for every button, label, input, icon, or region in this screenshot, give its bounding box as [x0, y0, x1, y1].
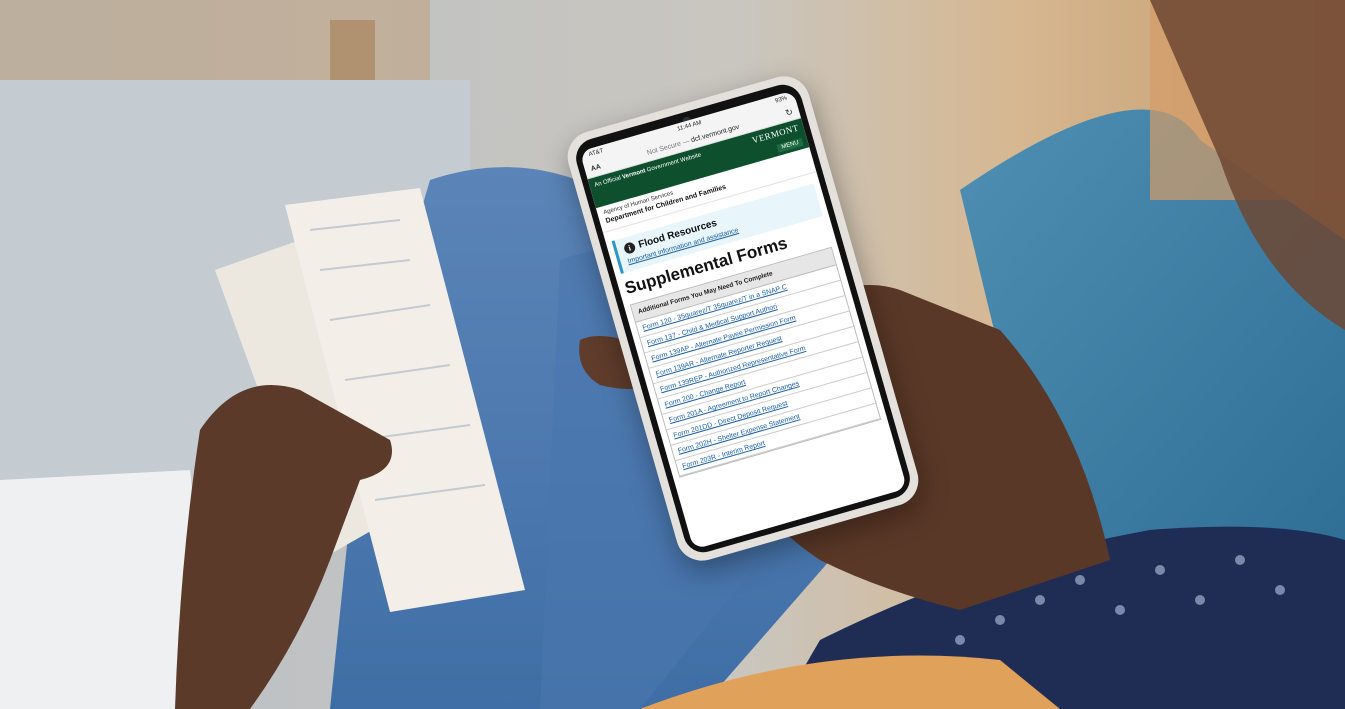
official-prefix: An Official	[593, 175, 622, 189]
official-state: Vermont	[621, 168, 647, 181]
battery-label: 93%	[774, 95, 788, 105]
text-size-button[interactable]: AA	[590, 163, 602, 173]
info-icon: i	[622, 241, 637, 256]
reload-icon[interactable]: ↻	[784, 106, 794, 119]
